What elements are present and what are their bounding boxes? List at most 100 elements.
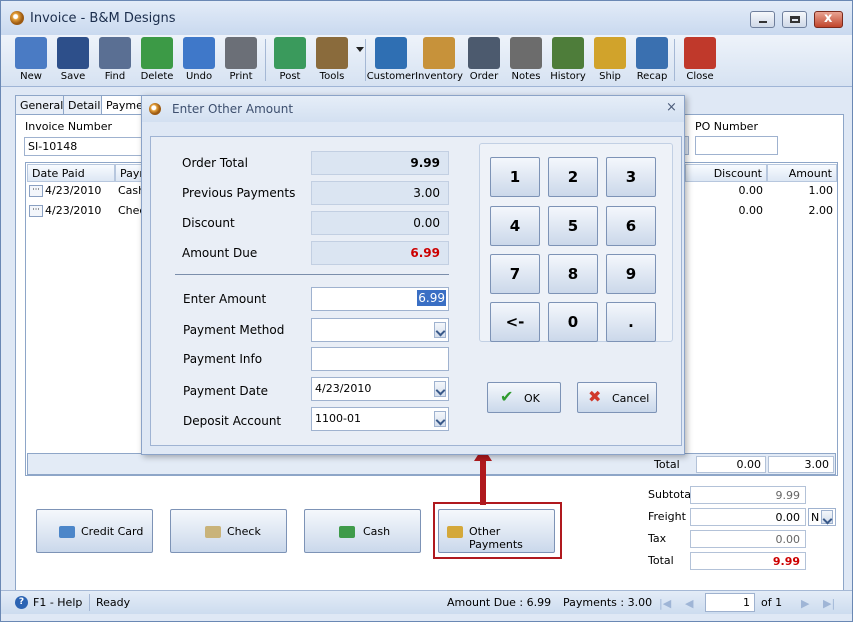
cell-date-paid: 4/23/2010 [45, 204, 102, 217]
payment-method-select[interactable] [311, 318, 449, 342]
cell-discount: 0.00 [738, 184, 764, 197]
toolbar: New Save Find Delete Undo Print Post Too… [1, 35, 852, 87]
customer-person-icon [375, 37, 407, 69]
boxes-icon [423, 37, 455, 69]
grid-total-label: Total [654, 458, 680, 471]
close-window-icon [684, 37, 716, 69]
cell-amount: 1.00 [808, 184, 834, 197]
key-1[interactable]: 1 [490, 157, 540, 197]
chevron-down-icon[interactable] [356, 47, 364, 52]
toolbar-customer-button[interactable]: Customer [367, 35, 415, 87]
printer-icon [225, 37, 257, 69]
po-number-field[interactable] [695, 136, 778, 155]
close-window-button[interactable]: x [814, 11, 843, 28]
discount-label: Discount [182, 216, 235, 230]
toolbar-label: Print [229, 71, 253, 82]
payment-date-picker[interactable]: 4/23/2010 [311, 377, 449, 401]
help-icon[interactable]: ? [15, 596, 28, 609]
toolbar-tools-button[interactable]: Tools [310, 35, 354, 87]
row-detail-button[interactable]: ··· [29, 184, 43, 197]
post-checklist-icon [274, 37, 306, 69]
status-bar: ? F1 - Help Ready Amount Due : 6.99 Paym… [1, 590, 852, 614]
cell-discount: 0.00 [738, 204, 764, 217]
key-7[interactable]: 7 [490, 254, 540, 294]
credit-card-button-label: Credit Card [81, 525, 144, 538]
prev-page-icon[interactable]: ◀ [685, 597, 693, 610]
annotation-arrow [474, 447, 492, 505]
order-total-label: Order Total [182, 156, 248, 170]
toolbar-recap-button[interactable]: Recap [630, 35, 674, 87]
recap-sheet-icon [636, 37, 668, 69]
status-divider [89, 594, 90, 611]
page-count: of 1 [761, 596, 783, 609]
cell-amount: 2.00 [808, 204, 834, 217]
ok-button-label: OK [524, 392, 540, 405]
key-8[interactable]: 8 [548, 254, 598, 294]
ok-button[interactable]: ✔ OK [487, 382, 561, 413]
column-header-discount[interactable]: Discount [685, 164, 767, 182]
toolbar-inventory-button[interactable]: Inventory [415, 35, 463, 87]
highlight-box [433, 502, 562, 559]
credit-card-button[interactable]: Credit Card [36, 509, 153, 553]
po-number-label: PO Number [695, 120, 758, 133]
toolbar-close-button[interactable]: Close [678, 35, 722, 87]
ellipsis-icon: ··· [29, 185, 43, 197]
enter-amount-label: Enter Amount [183, 292, 267, 306]
key-6[interactable]: 6 [606, 206, 656, 246]
chevron-down-icon[interactable] [821, 510, 833, 524]
chevron-down-icon[interactable] [434, 381, 446, 397]
key-9[interactable]: 9 [606, 254, 656, 294]
tax-label: Tax [648, 532, 667, 545]
key-5[interactable]: 5 [548, 206, 598, 246]
deposit-account-select[interactable]: 1100-01 [311, 407, 449, 431]
toolbar-label: Close [686, 71, 714, 82]
key-backspace[interactable]: <- [490, 302, 540, 342]
key-2[interactable]: 2 [548, 157, 598, 197]
freight-code-select[interactable]: N [808, 508, 836, 526]
payment-info-field[interactable] [311, 347, 449, 371]
key-decimal[interactable]: . [606, 302, 656, 342]
cancel-button[interactable]: ✖ Cancel [577, 382, 657, 413]
column-header-amount[interactable]: Amount [767, 164, 837, 182]
dialog-close-icon[interactable]: × [666, 100, 677, 115]
last-page-icon[interactable]: ▶| [823, 597, 835, 610]
column-header-payment[interactable]: Paym [115, 164, 143, 182]
cash-button[interactable]: Cash [304, 509, 421, 553]
history-person-icon [552, 37, 584, 69]
title-bar[interactable]: Invoice - B&M Designs x [1, 1, 852, 35]
amount-due-label: Amount Due [182, 246, 258, 260]
help-shortcut[interactable]: F1 - Help [33, 596, 82, 609]
payment-date-value: 4/23/2010 [315, 382, 372, 395]
next-page-icon[interactable]: ▶ [801, 597, 809, 610]
maximize-button[interactable] [782, 11, 807, 28]
row-detail-button[interactable]: ··· [29, 204, 43, 217]
amount-due-value: 6.99 [311, 241, 449, 265]
tab-detail[interactable]: Detail [63, 95, 106, 115]
enter-amount-field[interactable]: 6.99 [311, 287, 449, 311]
chevron-down-icon[interactable] [434, 411, 446, 427]
invoice-number-field[interactable]: SI-10148 [24, 137, 144, 156]
toolbar-print-button[interactable]: Print [219, 35, 263, 87]
recycle-bin-icon [141, 37, 173, 69]
key-3[interactable]: 3 [606, 157, 656, 197]
page-number-field[interactable]: 1 [705, 593, 755, 612]
key-0[interactable]: 0 [548, 302, 598, 342]
forklift-icon [594, 37, 626, 69]
minimize-button[interactable] [750, 11, 775, 28]
chevron-down-icon[interactable] [434, 322, 446, 338]
subtotal-value: 9.99 [690, 486, 806, 504]
first-page-icon[interactable]: |◀ [659, 597, 671, 610]
payment-info-label: Payment Info [183, 352, 263, 366]
column-header-date-paid[interactable]: Date Paid [27, 164, 115, 182]
dialog-title-bar[interactable]: Enter Other Amount × [142, 96, 684, 122]
grid-total-discount: 0.00 [696, 456, 766, 473]
freight-code-value: N [811, 511, 820, 524]
ellipsis-icon: ··· [29, 205, 43, 217]
freight-field[interactable]: 0.00 [690, 508, 806, 526]
cash-icon [339, 526, 355, 538]
discount-value: 0.00 [311, 211, 449, 235]
key-4[interactable]: 4 [490, 206, 540, 246]
check-button[interactable]: Check [170, 509, 287, 553]
tab-general[interactable]: General [15, 95, 69, 115]
tax-value: 0.00 [690, 530, 806, 548]
